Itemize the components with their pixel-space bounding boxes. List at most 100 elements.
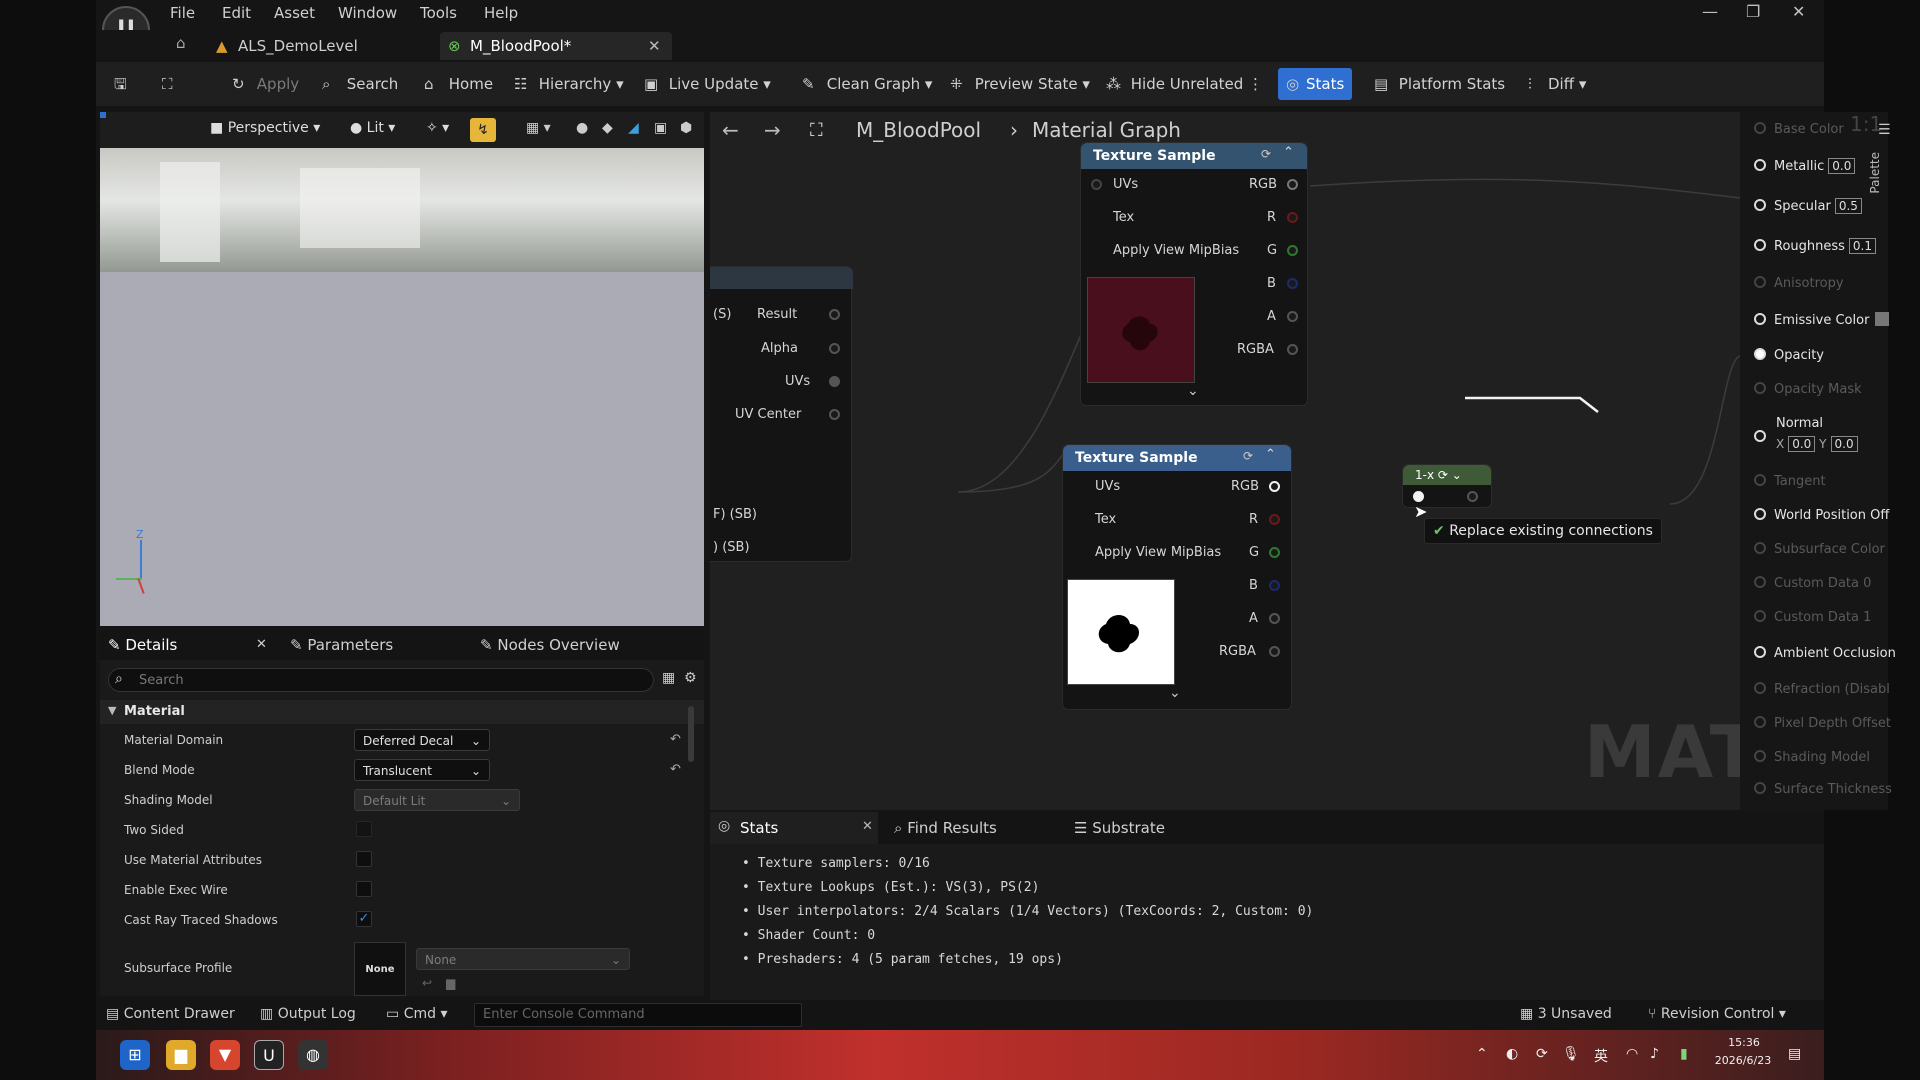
tab-find-results[interactable]: ⌕ Find Results <box>894 819 997 837</box>
console-command-input[interactable]: Enter Console Command <box>474 1003 802 1027</box>
close-icon[interactable]: ✕ <box>1792 2 1805 21</box>
cmd-dropdown[interactable]: ▭ Cmd ▾ <box>386 1006 447 1022</box>
menu-file[interactable]: File <box>170 4 195 22</box>
tab-m-bloodpool[interactable]: ⊗ M_BloodPool* ✕ <box>440 32 672 60</box>
show-flags-icon[interactable]: ✧ ▾ <box>426 120 449 136</box>
diff-button[interactable]: ⫶ Diff ▾ <box>1528 72 1586 96</box>
material-domain-select[interactable]: Deferred Decal ⌄ <box>354 729 490 751</box>
pin-a[interactable] <box>1287 311 1298 322</box>
node-preview-toggle-icon[interactable]: ⟳ <box>1243 449 1253 463</box>
live-update-button[interactable]: ▣ Live Update ▾ <box>644 72 771 96</box>
output-subsurface-color[interactable]: Subsurface Color <box>1754 542 1885 557</box>
background-icon[interactable]: ▦ ▾ <box>526 120 551 136</box>
volume-icon[interactable]: ♪ <box>1650 1046 1659 1062</box>
tab-close-icon[interactable]: ✕ <box>648 32 661 60</box>
brave-browser-icon[interactable]: ▼ <box>210 1040 240 1070</box>
minimize-icon[interactable]: — <box>1702 2 1718 21</box>
tab-substrate[interactable]: ☰ Substrate <box>1074 819 1165 837</box>
material-graph-canvas[interactable]: ← → ⛶ M_BloodPool › Material Graph (S) R… <box>710 112 1824 810</box>
tab-parameters[interactable]: ✎ Parameters <box>290 630 393 660</box>
pin-result[interactable] <box>829 309 840 320</box>
output-refraction[interactable]: Refraction (Disabl <box>1754 682 1890 697</box>
output-value[interactable]: 0.5 <box>1834 198 1862 214</box>
table-view-icon[interactable]: ▦ <box>662 670 675 686</box>
output-base-color[interactable]: Base Color <box>1754 122 1844 137</box>
pin-b[interactable] <box>1287 278 1298 289</box>
platform-stats-button[interactable]: ▤ Platform Stats <box>1374 72 1505 96</box>
revision-control-button[interactable]: ⑂ Revision Control ▾ <box>1648 1006 1786 1022</box>
pin-r[interactable] <box>1269 514 1280 525</box>
node-preview-toggle-icon[interactable]: ⟳ <box>1261 147 1271 161</box>
palette-menu-icon[interactable]: ☰ <box>1878 122 1891 138</box>
menu-edit[interactable]: Edit <box>222 4 251 22</box>
output-pixel-depth-offset[interactable]: Pixel Depth Offset <box>1754 716 1891 731</box>
pin-uvs-in[interactable] <box>1091 179 1102 190</box>
pin-alpha[interactable] <box>829 343 840 354</box>
hierarchy-button[interactable]: ☷ Hierarchy ▾ <box>514 72 624 96</box>
cast-ray-traced-shadows-checkbox[interactable]: ✓ <box>356 911 372 927</box>
output-roughness[interactable]: Roughness 0.1 <box>1754 238 1877 254</box>
content-drawer-button[interactable]: ▤ Content Drawer <box>106 1006 235 1022</box>
output-normal[interactable]: Normal <box>1754 416 1823 445</box>
mesh-preview-icon[interactable]: ⬢ <box>680 120 692 136</box>
home-icon[interactable]: ⌂ <box>176 34 186 52</box>
menu-window[interactable]: Window <box>338 4 397 22</box>
partial-node[interactable]: (S) Result Alpha UVs UV Center F) (SB) )… <box>710 266 853 562</box>
menu-tools[interactable]: Tools <box>420 4 457 22</box>
clean-graph-button[interactable]: ✎ Clean Graph ▾ <box>802 72 932 96</box>
apply-button[interactable]: ↻ Apply <box>232 72 299 96</box>
cube-preview-icon[interactable]: ▣ <box>654 120 667 136</box>
collapse-icon[interactable]: ⌃ <box>1265 447 1276 462</box>
one-minus-output-pin[interactable] <box>1467 491 1478 502</box>
plane-preview-icon[interactable]: ◢ <box>628 120 639 136</box>
output-value[interactable]: 0.1 <box>1848 238 1877 254</box>
search-button[interactable]: ⌕ Search <box>322 72 398 96</box>
output-metallic[interactable]: Metallic 0.0 <box>1754 158 1856 174</box>
normal-y-value[interactable]: 0.0 <box>1830 436 1858 452</box>
file-explorer-icon[interactable]: ▆ <box>166 1040 196 1070</box>
tab-nodes-overview[interactable]: ✎ Nodes Overview <box>480 630 620 660</box>
subsurface-profile-thumbnail[interactable]: None <box>354 942 406 996</box>
output-world-position-offset[interactable]: World Position Off <box>1754 508 1889 523</box>
output-surface-thickness[interactable]: Surface Thickness <box>1754 782 1892 797</box>
cylinder-preview-icon[interactable]: ◆ <box>602 120 613 136</box>
realtime-toggle-icon[interactable]: ↯ <box>470 118 496 142</box>
pin-b[interactable] <box>1269 580 1280 591</box>
details-scrollbar[interactable] <box>688 706 694 762</box>
details-tab-close-icon[interactable]: ✕ <box>256 630 267 660</box>
unsaved-button[interactable]: ▦ 3 Unsaved <box>1520 1006 1612 1022</box>
stats-button[interactable]: ◎ Stats <box>1278 68 1353 100</box>
normal-x-value[interactable]: 0.0 <box>1788 436 1816 452</box>
app-icon[interactable]: ◍ <box>298 1040 328 1070</box>
more-options-icon[interactable]: ⋮ <box>1248 72 1263 96</box>
expand-chevron-icon[interactable]: ⌄ <box>1169 685 1181 701</box>
material-section-header[interactable]: ▼ Material <box>100 700 704 724</box>
preview-state-button[interactable]: ⁜ Preview State ▾ <box>950 72 1090 96</box>
pin-g[interactable] <box>1269 547 1280 558</box>
output-specular[interactable]: Specular 0.5 <box>1754 198 1862 214</box>
sphere-preview-icon[interactable]: ● <box>576 120 588 136</box>
menu-asset[interactable]: Asset <box>274 4 315 22</box>
details-search-input[interactable]: ⌕ Search <box>108 668 654 692</box>
output-ambient-occlusion[interactable]: Ambient Occlusion <box>1754 646 1896 661</box>
pin-a[interactable] <box>1269 613 1280 624</box>
pin-uvs[interactable] <box>829 376 840 387</box>
tab-als-demolevel[interactable]: ▲ ALS_DemoLevel <box>208 32 438 60</box>
lit-dropdown[interactable]: ● Lit ▾ <box>350 120 395 136</box>
tray-chevron-icon[interactable]: ⌃ <box>1476 1046 1488 1062</box>
output-log-button[interactable]: ▥ Output Log <box>260 1006 356 1022</box>
texture-sample-node-2[interactable]: Texture Sample ⟳ ⌃ UVs Tex Apply View Mi… <box>1062 444 1292 710</box>
color-swatch[interactable] <box>1875 312 1890 326</box>
output-emissive-color[interactable]: Emissive Color <box>1754 312 1890 328</box>
pin-rgba[interactable] <box>1269 646 1280 657</box>
expand-chevron-icon[interactable]: ⌄ <box>1187 383 1199 399</box>
ime-indicator[interactable]: 英 <box>1594 1046 1608 1066</box>
clock-time[interactable]: 15:36 <box>1716 1036 1772 1049</box>
output-value[interactable]: 0.0 <box>1828 158 1856 174</box>
pin-rgb[interactable] <box>1269 481 1280 492</box>
output-custom-data-1[interactable]: Custom Data 1 <box>1754 610 1871 625</box>
output-custom-data-0[interactable]: Custom Data 0 <box>1754 576 1871 591</box>
two-sided-checkbox[interactable] <box>356 821 372 837</box>
home-button[interactable]: ⌂ Home <box>424 72 493 96</box>
save-icon[interactable]: 🖫 <box>114 72 127 96</box>
